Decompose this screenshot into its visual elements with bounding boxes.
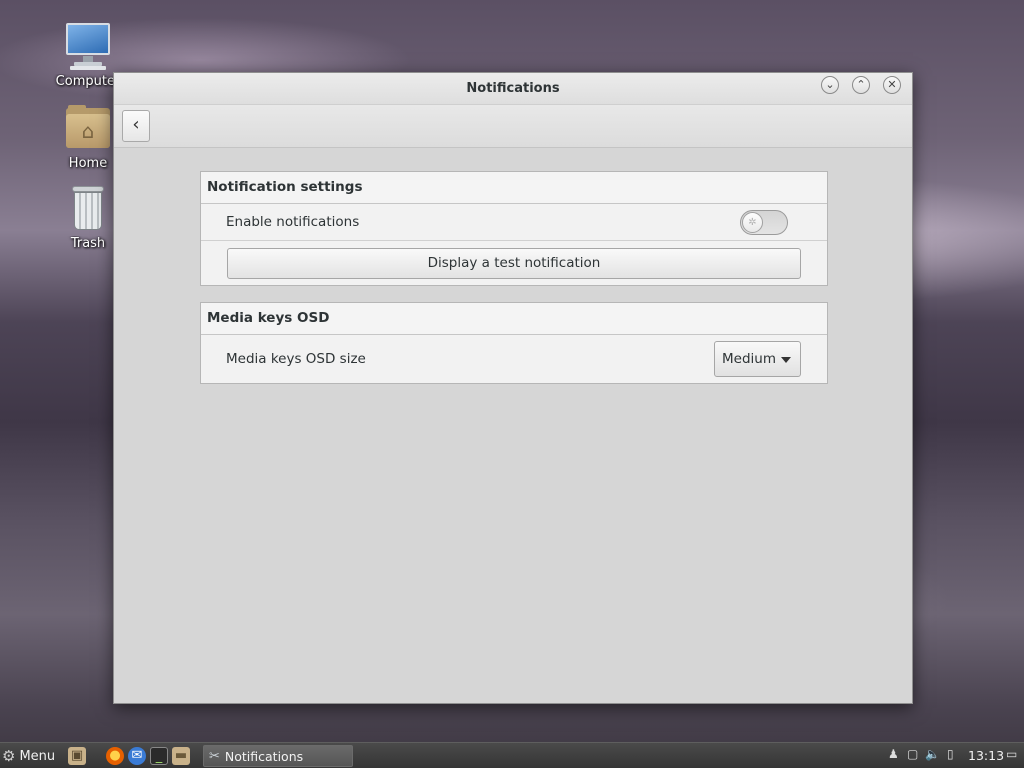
terminal-icon[interactable]: _ <box>150 747 168 765</box>
back-button[interactable]: ‹ <box>122 110 150 142</box>
menu-label: Menu <box>19 748 56 764</box>
dropdown-arrow-icon <box>781 357 791 363</box>
switch-knob-icon: ✲ <box>742 212 763 233</box>
firefox-icon[interactable]: ● <box>106 747 124 765</box>
enable-notifications-label: Enable notifications <box>226 214 360 230</box>
enable-notifications-switch[interactable]: ✲ <box>740 210 788 235</box>
notification-settings-frame: Notification settings Enable notificatio… <box>200 171 828 286</box>
thunderbird-icon[interactable]: ✉ <box>128 747 146 765</box>
window-titlebar[interactable]: Notifications ⌄ ⌃ ✕ <box>114 73 912 105</box>
settings-tools-icon: ✂ <box>209 748 220 764</box>
volume-icon[interactable]: 🔈 <box>925 747 940 761</box>
battery-icon[interactable]: ▯ <box>947 747 954 761</box>
task-label: Notifications <box>224 748 304 764</box>
media-keys-frame: Media keys OSD Media keys OSD size Mediu… <box>200 302 828 384</box>
header-toolbar: ‹ <box>114 105 912 148</box>
chevron-left-icon: ‹ <box>132 114 140 135</box>
chevron-up-icon: ⌃ <box>856 78 866 91</box>
gear-icon: ⚙ <box>2 747 16 765</box>
enable-notifications-row: Enable notifications ✲ <box>201 204 827 241</box>
user-icon[interactable]: ♟ <box>888 747 899 761</box>
notification-settings-heading: Notification settings <box>201 172 827 204</box>
computer-icon <box>64 22 112 70</box>
minimize-button[interactable]: ⌄ <box>821 76 839 94</box>
media-keys-size-dropdown[interactable]: Medium <box>714 341 801 377</box>
notifications-window: Notifications ⌄ ⌃ ✕ ‹ Notification setti… <box>113 72 913 704</box>
chevron-down-icon: ⌄ <box>825 78 835 91</box>
display-icon[interactable]: ▢ <box>907 747 918 761</box>
menu-button[interactable]: ⚙ Menu <box>2 746 55 766</box>
taskbar-task-notifications[interactable]: ✂ Notifications <box>203 745 353 767</box>
window-title: Notifications <box>466 81 560 96</box>
media-keys-size-row: Media keys OSD size Medium <box>201 335 827 383</box>
close-icon: ✕ <box>887 78 897 91</box>
test-notification-row: Display a test notification <box>201 241 827 285</box>
media-keys-size-value: Medium <box>722 351 776 367</box>
media-keys-size-label: Media keys OSD size <box>226 351 366 367</box>
show-desktop-icon[interactable]: ▣ <box>68 747 86 765</box>
maximize-button[interactable]: ⌃ <box>852 76 870 94</box>
trash-icon <box>64 184 112 232</box>
files-icon[interactable]: ▬ <box>172 747 190 765</box>
home-folder-icon: ⌂ <box>64 104 112 152</box>
media-keys-heading: Media keys OSD <box>201 303 827 335</box>
display-test-notification-button[interactable]: Display a test notification <box>227 248 801 279</box>
workspace-switcher-icon[interactable]: ▭ <box>1006 747 1017 761</box>
clock[interactable]: 13:13 <box>968 748 1004 763</box>
close-button[interactable]: ✕ <box>883 76 901 94</box>
taskbar: ⚙ Menu ▣ ● ✉ _ ▬ ✂ Notifications ♟ ▢ 🔈 ▯… <box>0 742 1024 768</box>
